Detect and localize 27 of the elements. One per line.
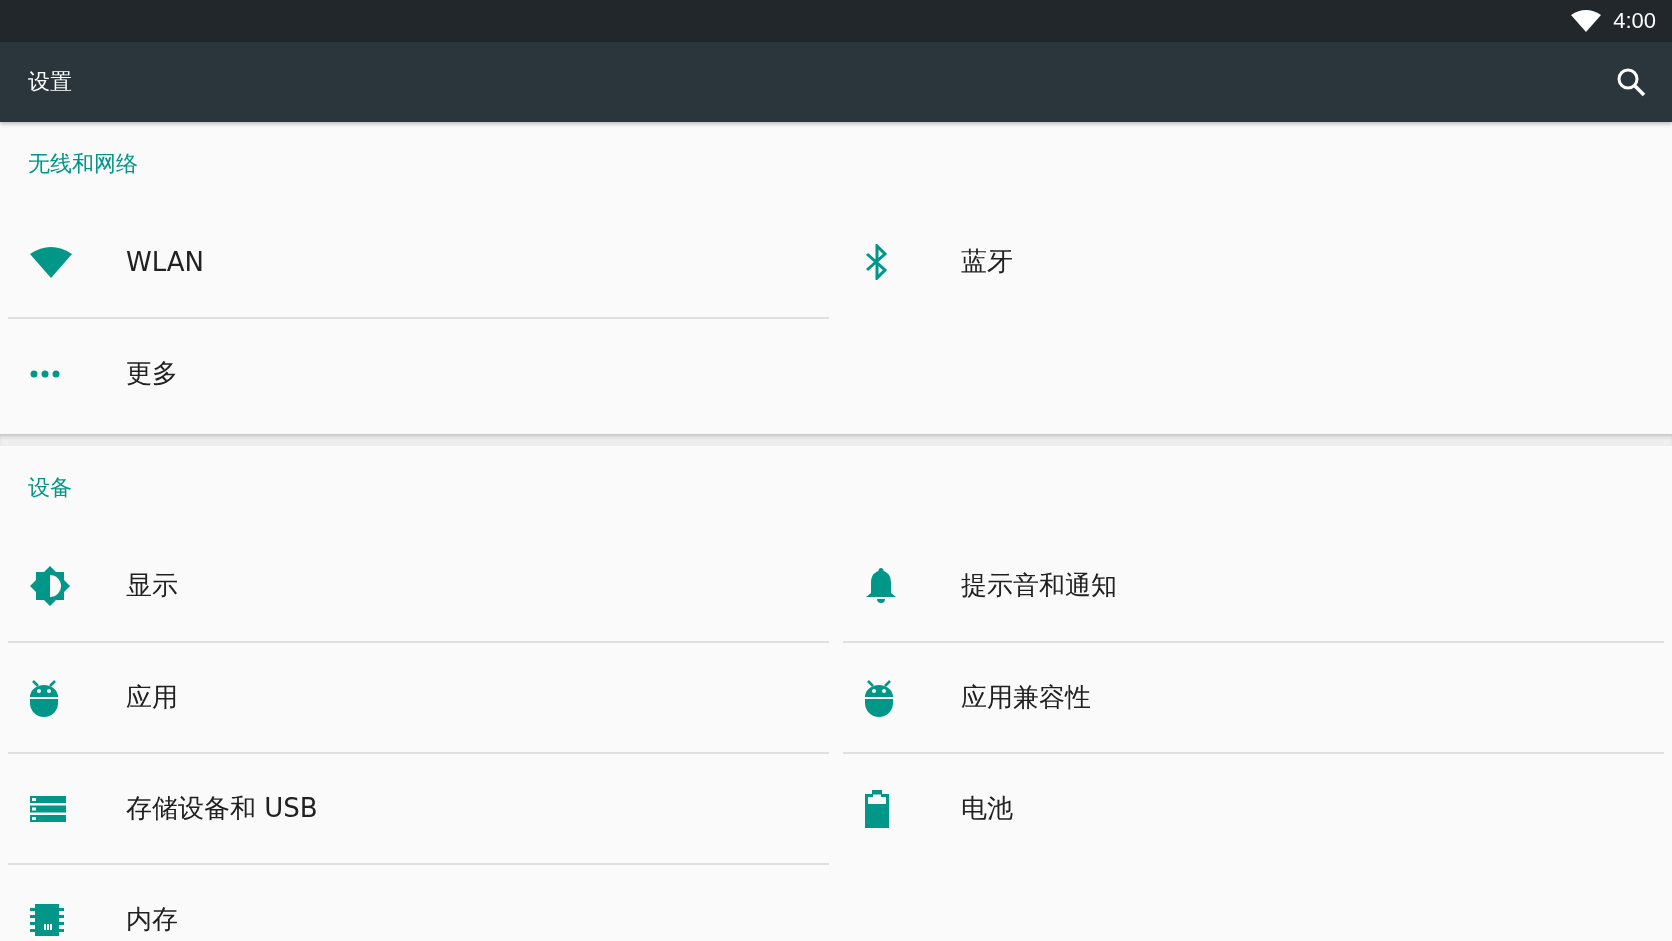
android-icon [30,678,58,717]
search-icon [1616,67,1646,97]
battery-icon [865,789,889,828]
settings-item[interactable]: 更多 [8,317,829,428]
memory-chip-icon [30,903,64,936]
settings-item[interactable]: 电池 [843,752,1664,863]
settings-item[interactable]: 应用兼容性 [843,641,1664,752]
bluetooth-icon [865,243,889,280]
search-button[interactable] [1616,67,1646,97]
settings-item[interactable]: 应用 [8,641,829,752]
more-icon [30,369,60,378]
toolbar-title: 设置 [28,68,72,96]
settings-item[interactable]: 内存 [8,863,829,941]
settings-item[interactable]: 存储设备和 USB [8,752,829,863]
brightness-icon [30,565,70,606]
settings-item[interactable]: 显示 [8,530,829,641]
storage-icon [30,795,66,822]
wifi-signal-icon [1571,10,1602,32]
wifi-icon [30,245,72,278]
section-header: 设备 [27,474,73,502]
android-icon [865,678,893,717]
settings-item[interactable]: 蓝牙 [843,206,1664,317]
bell-icon [865,567,897,604]
section-header: 无线和网络 [27,150,139,178]
settings-item[interactable]: 提示音和通知 [843,530,1664,641]
status-time: 4:00 [1613,8,1656,34]
settings-item[interactable]: WLAN [8,206,829,317]
